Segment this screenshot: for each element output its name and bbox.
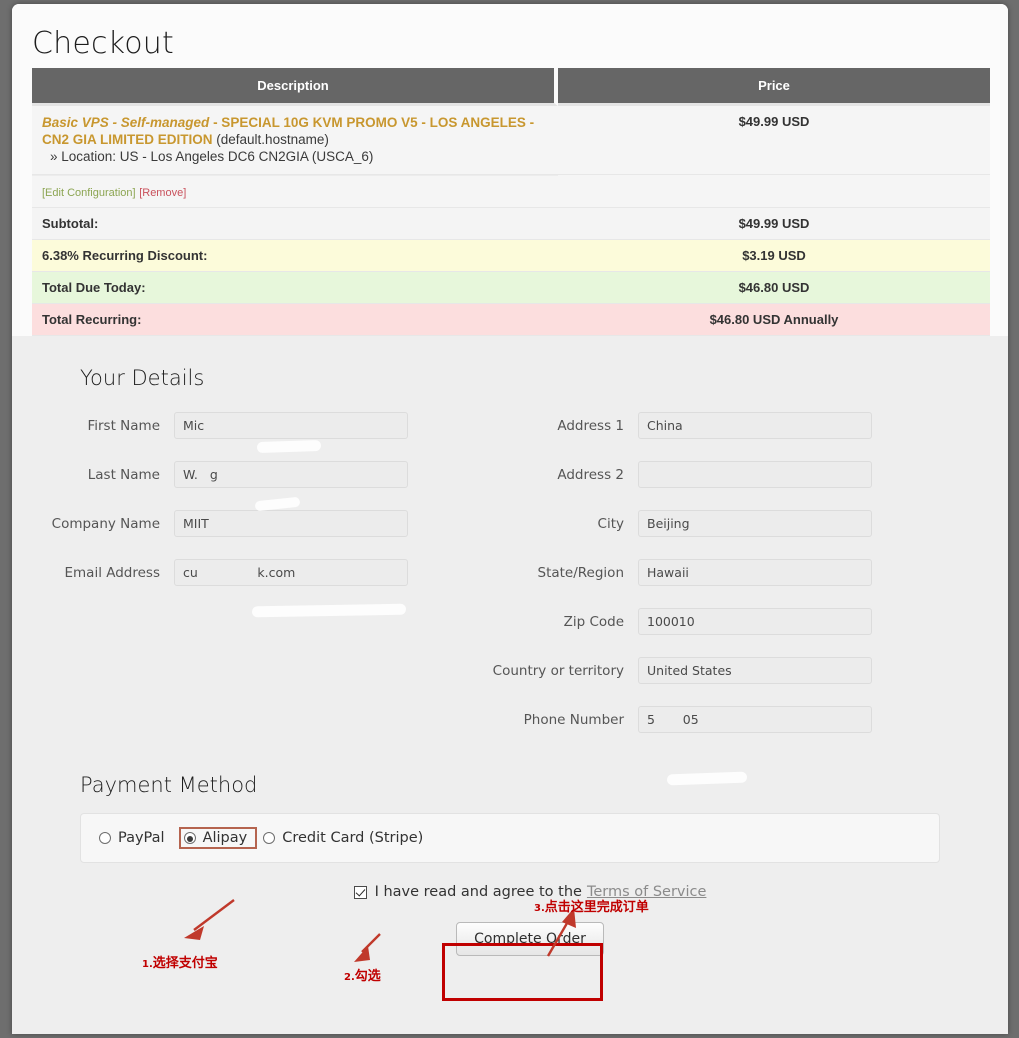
field-row-first-name: First Name	[12, 412, 490, 439]
discount-label: 6.38% Recurring Discount:	[32, 240, 558, 272]
order-summary-table: Description Price Basic VPS - Self-manag…	[32, 68, 990, 336]
zip-code-label: Zip Code	[490, 614, 638, 630]
address-2-input[interactable]	[638, 461, 872, 488]
order-table-body: Basic VPS - Self-managed - SPECIAL 10G K…	[32, 106, 990, 336]
payment-option-alipay[interactable]: Alipay	[179, 827, 258, 849]
field-row-company-name: Company Name	[12, 510, 490, 537]
payment-option-credit-card[interactable]: Credit Card (Stripe)	[263, 830, 437, 846]
state-region-label: State/Region	[490, 565, 638, 581]
details-form: First Name Last Name Company Name Email …	[12, 412, 1008, 755]
discount-value: $3.19 USD	[558, 240, 990, 272]
payment-method-heading: Payment Method	[12, 755, 1008, 813]
radio-alipay-icon[interactable]	[184, 832, 196, 844]
city-label: City	[490, 516, 638, 532]
checkout-body: Your Details First Name Last Name Compan…	[12, 336, 1008, 996]
details-form-left-column: First Name Last Name Company Name Email …	[12, 412, 490, 755]
table-row-subtotal: Subtotal: $49.99 USD	[32, 208, 990, 240]
annotation-label-1: 1.选择支付宝	[142, 952, 218, 971]
field-row-email-address: Email Address	[12, 559, 490, 586]
product-config-price-cell	[558, 175, 990, 208]
phone-number-input[interactable]	[638, 706, 872, 733]
email-address-label: Email Address	[12, 565, 174, 581]
total-recurring-value: $46.80 USD Annually	[558, 304, 990, 336]
annotation-label-2: 2.勾选	[344, 965, 381, 984]
table-row-total-due-today: Total Due Today: $46.80 USD	[32, 272, 990, 304]
first-name-label: First Name	[12, 418, 174, 434]
your-details-heading: Your Details	[12, 336, 1008, 412]
annotation-3-text: 点击这里完成订单	[545, 900, 649, 915]
state-region-input[interactable]	[638, 559, 872, 586]
field-row-address-1: Address 1	[490, 412, 968, 439]
field-row-last-name: Last Name	[12, 461, 490, 488]
country-input[interactable]	[638, 657, 872, 684]
order-summary-section: Description Price Basic VPS - Self-manag…	[12, 68, 1008, 336]
checkout-page-card: Checkout Description Price Basic VPS - S…	[12, 4, 1008, 1034]
annotation-1-text: 选择支付宝	[153, 956, 218, 971]
first-name-input[interactable]	[174, 412, 408, 439]
product-name-italic: Basic VPS - Self-managed	[42, 115, 209, 130]
terms-agreement: I have read and agree to the Terms of Se…	[354, 884, 707, 900]
order-table-head: Description Price	[32, 68, 990, 106]
annotation-2-text: 勾选	[355, 969, 381, 984]
phone-number-label: Phone Number	[490, 712, 638, 728]
annotation-box-complete-order	[442, 943, 603, 1001]
product-description-cell: Basic VPS - Self-managed - SPECIAL 10G K…	[32, 106, 558, 175]
page-title: Checkout	[32, 26, 988, 61]
annotation-3-number: 3.	[534, 903, 545, 914]
payment-option-paypal[interactable]: PayPal	[99, 830, 179, 846]
subtotal-label: Subtotal:	[32, 208, 558, 240]
terms-checkbox[interactable]	[354, 886, 367, 899]
column-header-description: Description	[32, 68, 558, 106]
payment-option-paypal-label: PayPal	[118, 830, 165, 846]
annotation-1-number: 1.	[142, 959, 153, 970]
table-row-total-recurring: Total Recurring: $46.80 USD Annually	[32, 304, 990, 336]
company-name-label: Company Name	[12, 516, 174, 532]
field-row-zip-code: Zip Code	[490, 608, 968, 635]
annotation-2-number: 2.	[344, 972, 355, 983]
field-row-address-2: Address 2	[490, 461, 968, 488]
terms-agreement-row: I have read and agree to the Terms of Se…	[12, 863, 1008, 904]
edit-configuration-link[interactable]: [Edit Configuration]	[42, 187, 136, 199]
total-due-today-label: Total Due Today:	[32, 272, 558, 304]
annotation-label-3: 3.点击这里完成订单	[534, 896, 649, 915]
last-name-input[interactable]	[174, 461, 408, 488]
remove-link[interactable]: [Remove]	[139, 187, 186, 199]
zip-code-input[interactable]	[638, 608, 872, 635]
page-header: Checkout	[12, 4, 1008, 68]
country-label: Country or territory	[490, 663, 638, 679]
field-row-city: City	[490, 510, 968, 537]
product-hostname: (default.hostname)	[216, 132, 329, 147]
total-recurring-label: Total Recurring:	[32, 304, 558, 336]
details-form-right-column: Address 1 Address 2 City State/Region Zi…	[490, 412, 968, 755]
payment-option-credit-card-label: Credit Card (Stripe)	[282, 830, 423, 846]
column-header-price: Price	[558, 68, 990, 106]
product-price: $49.99 USD	[558, 106, 990, 175]
radio-paypal-icon[interactable]	[99, 832, 111, 844]
last-name-label: Last Name	[12, 467, 174, 483]
total-due-today-value: $46.80 USD	[558, 272, 990, 304]
address-1-label: Address 1	[490, 418, 638, 434]
product-row: Basic VPS - Self-managed - SPECIAL 10G K…	[32, 106, 990, 175]
city-input[interactable]	[638, 510, 872, 537]
table-row-discount: 6.38% Recurring Discount: $3.19 USD	[32, 240, 990, 272]
field-row-country: Country or territory	[490, 657, 968, 684]
field-row-phone-number: Phone Number	[490, 706, 968, 733]
product-config-links: [Edit Configuration] [Remove]	[32, 175, 558, 208]
order-table-header-row: Description Price	[32, 68, 990, 106]
product-config-row: [Edit Configuration] [Remove]	[32, 175, 990, 208]
product-location: » Location: US - Los Angeles DC6 CN2GIA …	[42, 148, 548, 166]
address-1-input[interactable]	[638, 412, 872, 439]
payment-option-alipay-label: Alipay	[203, 830, 248, 846]
radio-credit-card-icon[interactable]	[263, 832, 275, 844]
company-name-input[interactable]	[174, 510, 408, 537]
product-title: Basic VPS - Self-managed - SPECIAL 10G K…	[42, 114, 548, 148]
address-2-label: Address 2	[490, 467, 638, 483]
field-row-state-region: State/Region	[490, 559, 968, 586]
email-address-input[interactable]	[174, 559, 408, 586]
payment-method-panel: PayPal Alipay Credit Card (Stripe)	[80, 813, 940, 863]
subtotal-value: $49.99 USD	[558, 208, 990, 240]
